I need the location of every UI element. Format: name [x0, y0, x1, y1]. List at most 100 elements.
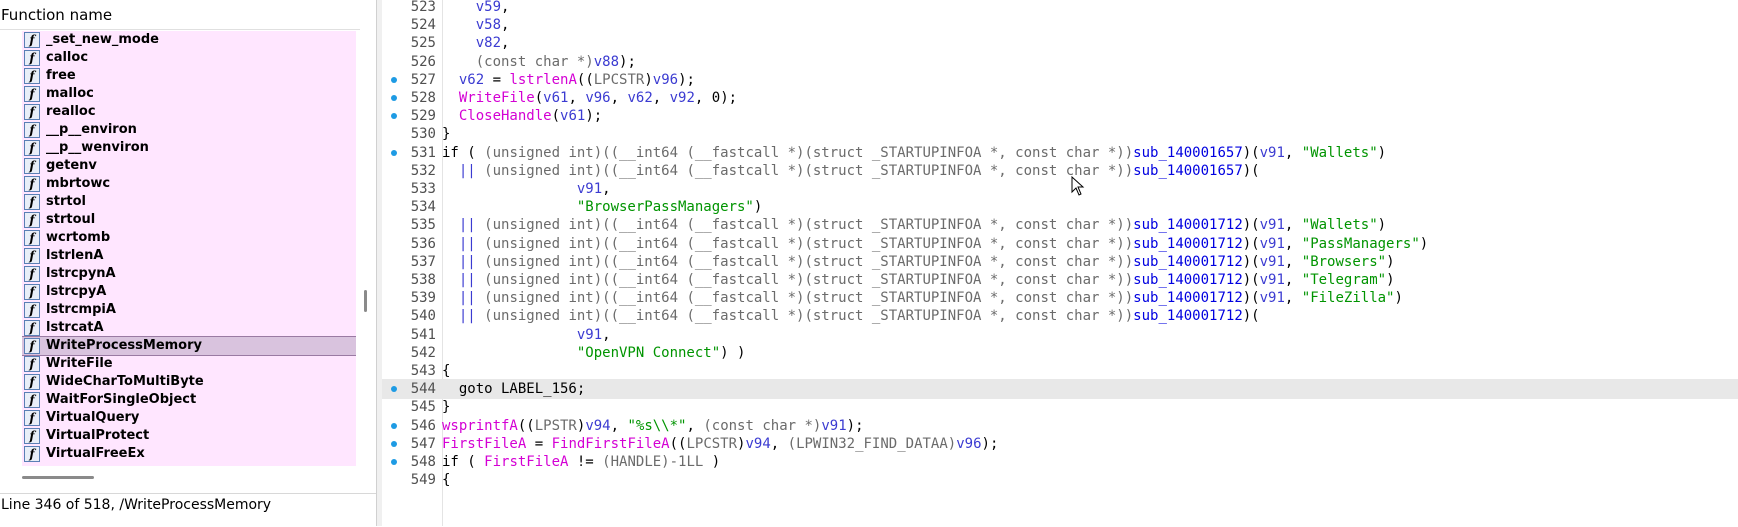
code-line[interactable]: 527 v62 = lstrlenA((LPCSTR)v96);: [382, 70, 1738, 90]
function-list-item[interactable]: f WideCharToMultiByte: [22, 373, 356, 391]
code-line[interactable]: 533 v91,: [382, 179, 1738, 199]
code-line[interactable]: 548 if ( FirstFileA != (HANDLE)-1LL ): [382, 452, 1738, 472]
line-number: 534: [410, 199, 436, 216]
function-list-item[interactable]: f getenv: [22, 157, 356, 175]
function-item-label: WaitForSingleObject: [46, 392, 197, 407]
function-list-item[interactable]: f VirtualProtect: [22, 427, 356, 445]
line-number: 527: [410, 71, 436, 88]
function-list-vertical-scrollbar[interactable]: [364, 290, 367, 312]
code-token: ,: [501, 0, 510, 15]
function-list-item[interactable]: f VirtualFreeEx: [22, 445, 356, 463]
function-list-item[interactable]: f lstrcpyA: [22, 283, 356, 301]
function-icon: f: [24, 410, 40, 426]
function-list-item[interactable]: f free: [22, 67, 356, 85]
code-line[interactable]: 549 {: [382, 470, 1738, 490]
line-number: 543: [410, 363, 436, 379]
function-list-item[interactable]: f lstrcmpiA: [22, 301, 356, 319]
line-number: 530: [410, 126, 436, 143]
function-list-item[interactable]: f malloc: [22, 85, 356, 103]
code-line[interactable]: 529 CloseHandle(v61);: [382, 106, 1738, 126]
code-line[interactable]: 543 {: [382, 361, 1738, 381]
function-icon: f: [24, 140, 40, 156]
code-line[interactable]: 526 (const char *)v88);: [382, 52, 1738, 72]
code-token: ||: [442, 308, 485, 325]
function-name-column-header[interactable]: Function name: [0, 0, 360, 30]
code-line[interactable]: 524 v58,: [382, 15, 1738, 35]
code-token: (const char *): [703, 417, 822, 434]
function-list-horizontal-scrollbar[interactable]: [22, 476, 94, 479]
code-token: v91: [1259, 272, 1285, 288]
code-token: )(: [1242, 217, 1260, 234]
function-icon: f: [24, 194, 40, 210]
code-line[interactable]: 531 if ( (unsigned int)((__int64 (__fastc…: [382, 143, 1738, 163]
function-list-item[interactable]: f mbrtowc: [22, 175, 356, 193]
code-text: || (unsigned int)((__int64 (__fastcall *…: [442, 252, 1395, 272]
function-list-pane: Function name f _set_new_mode f calloc f free…: [0, 0, 377, 527]
function-icon: f: [24, 86, 40, 102]
code-line[interactable]: 538 || (unsigned int)((__int64 (__fastca…: [382, 270, 1738, 290]
code-token: ): [1419, 235, 1429, 252]
function-list-item[interactable]: f lstrcatA: [22, 319, 356, 337]
code-line[interactable]: 525 v82,: [382, 33, 1738, 53]
function-icon: f: [24, 158, 40, 174]
code-token: ): [1377, 144, 1387, 161]
function-list-item[interactable]: f WriteFile: [22, 355, 356, 373]
code-token: !=: [568, 454, 603, 470]
code-line[interactable]: 539 || (unsigned int)((__int64 (__fastca…: [382, 288, 1738, 308]
function-icon: f: [24, 338, 40, 354]
function-item-label: WideCharToMultiByte: [46, 374, 204, 389]
code-line[interactable]: 541 v91,: [382, 325, 1738, 345]
line-number: 545: [410, 399, 436, 416]
code-text: "OpenVPN Connect") ): [442, 343, 746, 363]
function-item-label: _set_new_mode: [46, 32, 159, 47]
pseudocode-view[interactable]: 523 v59, 524 v58, 525 v82, 526 (const char …: [382, 0, 1738, 526]
code-token: );: [619, 53, 636, 70]
function-icon: f: [24, 284, 40, 300]
function-list-item[interactable]: f __p__environ: [22, 121, 356, 139]
code-text: }: [442, 124, 450, 144]
code-token: (unsigned int)((__int64 (__fastcall *)(s…: [484, 308, 1134, 325]
code-line[interactable]: 546 wsprintfA((LPSTR)v94, "%s\\*", (const…: [382, 416, 1738, 436]
function-item-label: wcrtomb: [46, 230, 111, 245]
code-token: );: [585, 108, 603, 125]
code-token: v94: [745, 435, 771, 452]
code-line[interactable]: 544 goto LABEL_156;: [382, 379, 1738, 400]
code-token: );: [678, 71, 695, 88]
code-line[interactable]: 536 || (unsigned int)((__int64 (__fastca…: [382, 234, 1738, 254]
code-token: "Wallets": [1301, 217, 1378, 234]
code-token: ): [703, 454, 721, 470]
function-list[interactable]: f _set_new_mode f calloc f free f malloc f reallo…: [22, 31, 356, 466]
code-line[interactable]: 534 "BrowserPassManagers"): [382, 197, 1738, 217]
function-icon: f: [24, 266, 40, 282]
function-list-item[interactable]: f strtoul: [22, 211, 356, 229]
function-item-label: strtoul: [46, 212, 96, 227]
code-line[interactable]: 547 FirstFileA = FindFirstFileA((LPCSTR)v…: [382, 434, 1738, 454]
function-item-label: VirtualProtect: [46, 428, 150, 443]
function-list-item[interactable]: f strtol: [22, 193, 356, 211]
function-list-item[interactable]: f calloc: [22, 49, 356, 67]
function-list-item[interactable]: f _set_new_mode: [22, 31, 356, 49]
code-token: v96: [652, 71, 679, 88]
function-list-item[interactable]: f WriteProcessMemory: [22, 336, 356, 356]
code-line[interactable]: 532 || (unsigned int)((__int64 (__fastca…: [382, 161, 1738, 181]
code-line[interactable]: 528 WriteFile(v61, v96, v62, v92, 0);: [382, 88, 1738, 108]
code-line[interactable]: 535 || (unsigned int)((__int64 (__fastca…: [382, 215, 1738, 235]
code-token: )(: [1242, 144, 1260, 161]
function-list-item[interactable]: f realloc: [22, 103, 356, 121]
code-line[interactable]: 545}: [382, 397, 1738, 417]
line-number: 525: [410, 35, 436, 52]
code-token: ||: [442, 235, 485, 252]
code-token: ,: [1284, 253, 1302, 270]
function-list-item[interactable]: f __p__wenviron: [22, 139, 356, 157]
code-line[interactable]: 542 "OpenVPN Connect") ): [382, 343, 1738, 363]
function-list-item[interactable]: f lstrcpynA: [22, 265, 356, 283]
code-line[interactable]: 530}: [382, 124, 1738, 144]
code-line[interactable]: 537 || (unsigned int)((__int64 (__fastca…: [382, 252, 1738, 272]
function-list-item[interactable]: f wcrtomb: [22, 229, 356, 247]
function-list-item[interactable]: f lstrlenA: [22, 247, 356, 265]
function-list-item[interactable]: f VirtualQuery: [22, 409, 356, 427]
code-token: (LPWIN32_FIND_DATAA): [787, 435, 957, 452]
code-line[interactable]: 540 || (unsigned int)((__int64 (__fastca…: [382, 306, 1738, 326]
function-list-item[interactable]: f WaitForSingleObject: [22, 391, 356, 409]
